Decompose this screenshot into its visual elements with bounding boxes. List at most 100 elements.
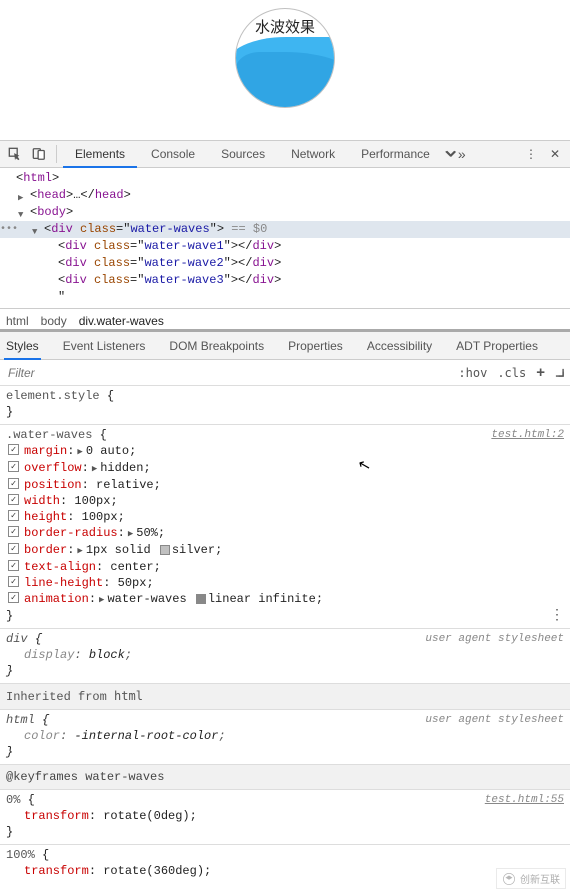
dom-node-body[interactable]: ▼ <body> (0, 204, 570, 221)
rule-element-style[interactable]: element.style { } (0, 386, 570, 425)
styles-tab-bar: Styles Event Listeners DOM Breakpoints P… (0, 332, 570, 360)
dom-node-html[interactable]: <html> (0, 170, 570, 187)
easing-swatch-icon[interactable] (196, 594, 206, 604)
prop-value: hidden (100, 461, 143, 475)
new-style-rule-icon[interactable]: + (536, 364, 545, 381)
tab-styles[interactable]: Styles (4, 332, 41, 360)
prop-width[interactable]: width: 100px; (6, 493, 564, 509)
more-tabs-icon[interactable]: » (444, 143, 466, 165)
tab-dom-breakpoints[interactable]: DOM Breakpoints (167, 332, 266, 360)
prop-position[interactable]: position: relative; (6, 477, 564, 493)
rule-selector: .water-waves (6, 428, 92, 442)
prop-name: line-height (24, 576, 103, 590)
prop-border[interactable]: border:▶1px solid silver; (6, 542, 564, 559)
close-devtools-icon[interactable]: ✕ (544, 143, 566, 165)
prop-checkbox[interactable] (8, 576, 19, 587)
inherited-from-header: Inherited from html (0, 684, 570, 710)
tab-performance[interactable]: Performance (349, 140, 442, 168)
select-element-icon[interactable] (4, 143, 26, 165)
dom-node-head[interactable]: ▶ <head>…</head> (0, 187, 570, 204)
breadcrumb-html[interactable]: html (6, 314, 29, 328)
styles-filter-input[interactable] (6, 365, 448, 381)
brace: } (6, 405, 13, 419)
prop-height[interactable]: height: 100px; (6, 509, 564, 525)
breadcrumb-body[interactable]: body (41, 314, 67, 328)
prop-transform[interactable]: transform: rotate(360deg); (6, 863, 564, 879)
tab-network[interactable]: Network (279, 140, 347, 168)
prop-name: transform (24, 809, 89, 823)
tab-accessibility[interactable]: Accessibility (365, 332, 434, 360)
prop-checkbox[interactable] (8, 444, 19, 455)
kebab-menu-icon[interactable]: ⋮ (520, 143, 542, 165)
separator (56, 145, 57, 163)
shorthand-expand-icon[interactable]: ▶ (128, 526, 133, 542)
tab-console[interactable]: Console (139, 140, 207, 168)
prop-checkbox[interactable] (8, 543, 19, 554)
expand-corner-icon[interactable] (555, 368, 564, 377)
prop-overflow[interactable]: overflow:▶hidden; (6, 460, 564, 477)
tab-adt-properties[interactable]: ADT Properties (454, 332, 540, 360)
devtools-tab-bar: Elements Console Sources Network Perform… (0, 140, 570, 168)
color-swatch-icon[interactable] (160, 545, 170, 555)
dom-node-wave3[interactable]: <div class="water-wave3"></div> (0, 272, 570, 289)
keyframe-100[interactable]: 100% { transform: rotate(360deg); (0, 845, 570, 883)
prop-checkbox[interactable] (8, 592, 19, 603)
prop-name: position (24, 478, 82, 492)
brace: { (42, 713, 49, 727)
rule-ua-html[interactable]: user agent stylesheet html { color: -int… (0, 710, 570, 765)
tag-name: html (23, 171, 52, 185)
shorthand-expand-icon[interactable]: ▶ (77, 543, 82, 559)
water-wave-fill2 (236, 52, 335, 107)
prop-name: transform (24, 864, 89, 878)
rule-ua-div[interactable]: user agent stylesheet div { display: blo… (0, 629, 570, 684)
brace: } (6, 609, 13, 623)
dom-tree[interactable]: <html> ▶ <head>…</head> ▼ <body> ••• ▼ <… (0, 168, 570, 308)
prop-name: margin (24, 444, 67, 458)
dom-node-water-waves[interactable]: ••• ▼ <div class="water-waves"> == $0 (0, 221, 570, 238)
rule-source: user agent stylesheet (425, 631, 564, 647)
rule-menu-icon[interactable]: ⋮ (550, 608, 564, 624)
prop-checkbox[interactable] (8, 478, 19, 489)
prop-checkbox[interactable] (8, 560, 19, 571)
dom-node-wave2[interactable]: <div class="water-wave2"></div> (0, 255, 570, 272)
prop-animation[interactable]: animation:▶water-waves linear infinite; (6, 591, 564, 608)
preview-label: 水波效果 (236, 9, 334, 47)
rule-source-link[interactable]: test.html:55 (485, 792, 564, 808)
cls-toggle[interactable]: .cls (497, 366, 526, 380)
prop-value: relative (96, 478, 154, 492)
dom-gutter-icon[interactable]: ••• (0, 221, 14, 238)
hov-toggle[interactable]: :hov (458, 366, 487, 380)
inherited-from-selector[interactable]: html (114, 689, 143, 703)
prop-checkbox[interactable] (8, 526, 19, 537)
dom-node-wave1[interactable]: <div class="water-wave1"></div> (0, 238, 570, 255)
prop-checkbox[interactable] (8, 461, 19, 472)
tab-elements[interactable]: Elements (63, 140, 137, 168)
shorthand-expand-icon[interactable]: ▶ (77, 444, 82, 460)
prop-checkbox[interactable] (8, 494, 19, 505)
rule-selector: 100% (6, 848, 35, 862)
tab-event-listeners[interactable]: Event Listeners (61, 332, 148, 360)
keyframe-0[interactable]: test.html:55 0% { transform: rotate(0deg… (0, 790, 570, 845)
prop-border-radius[interactable]: border-radius:▶50%; (6, 525, 564, 542)
attr-name: class (80, 222, 116, 236)
breadcrumb-current[interactable]: div.water-waves (79, 314, 164, 328)
tab-properties[interactable]: Properties (286, 332, 345, 360)
watermark-logo-icon (502, 872, 516, 886)
prop-checkbox[interactable] (8, 510, 19, 521)
dom-text-node[interactable]: " (0, 289, 570, 306)
prop-line-height[interactable]: line-height: 50px; (6, 575, 564, 591)
shorthand-expand-icon[interactable]: ▶ (92, 461, 97, 477)
tag-name: div (252, 239, 274, 253)
prop-transform[interactable]: transform: rotate(0deg); (6, 808, 564, 824)
rule-source-link[interactable]: test.html:2 (491, 427, 564, 443)
prop-text-align[interactable]: text-align: center; (6, 559, 564, 575)
prop-value: 1px solid (86, 543, 151, 557)
prop-value: linear infinite (208, 592, 316, 606)
prop-margin[interactable]: margin:▶0 auto; (6, 443, 564, 460)
toggle-device-icon[interactable] (28, 143, 50, 165)
brace: { (42, 848, 49, 862)
tab-sources[interactable]: Sources (209, 140, 277, 168)
rule-water-waves[interactable]: test.html:2 .water-waves { margin:▶0 aut… (0, 425, 570, 629)
tag-name: head (37, 188, 66, 202)
shorthand-expand-icon[interactable]: ▶ (99, 592, 104, 608)
